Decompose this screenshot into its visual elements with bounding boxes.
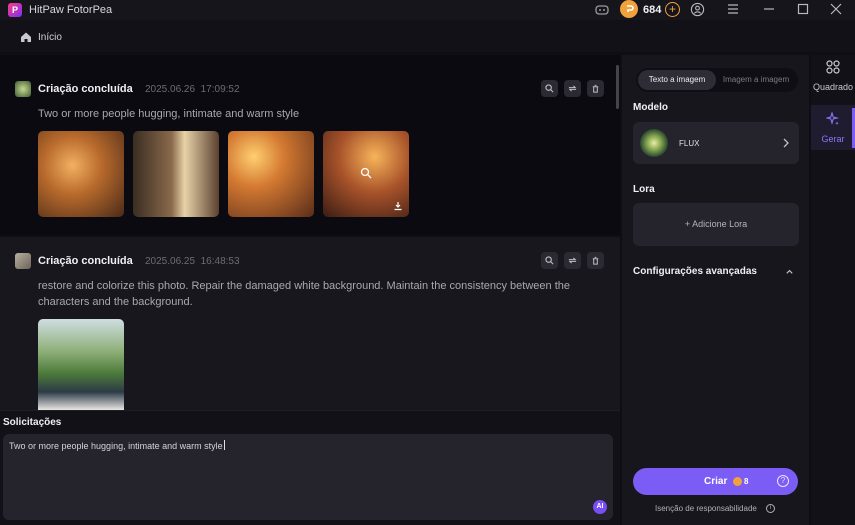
feed-scrollbar[interactable] xyxy=(616,65,619,109)
generated-image[interactable] xyxy=(228,131,314,217)
create-cost: 8 xyxy=(744,477,749,486)
nav-label: Gerar xyxy=(821,134,845,144)
home-icon[interactable] xyxy=(20,31,32,43)
zoom-icon[interactable] xyxy=(360,167,372,179)
zoom-icon xyxy=(545,84,554,93)
model-thumbnail xyxy=(15,81,31,97)
tab-text-to-image[interactable]: Texto a imagem xyxy=(638,70,716,90)
prompt-label: Solicitações xyxy=(3,417,62,428)
regenerate-button[interactable] xyxy=(564,252,581,269)
zoom-icon xyxy=(545,256,554,265)
minimize-icon[interactable] xyxy=(763,3,775,15)
prompt-input-value[interactable]: Two or more people hugging, intimate and… xyxy=(9,440,225,451)
regenerate-button[interactable] xyxy=(564,80,581,97)
nav-item-gerar[interactable]: Gerar xyxy=(811,111,855,144)
text-caret xyxy=(223,440,225,450)
menu-icon[interactable] xyxy=(727,3,739,15)
card-date: 2025.06.26 17:09:52 xyxy=(145,84,240,95)
source-thumbnail xyxy=(15,253,31,269)
generated-image[interactable] xyxy=(38,319,124,410)
maximize-icon[interactable] xyxy=(797,3,809,15)
nav-item-quadrado[interactable]: Quadrado xyxy=(811,60,855,92)
add-coins-button[interactable]: + xyxy=(665,2,680,17)
model-flux-icon xyxy=(640,129,668,157)
card-prompt: Two or more people hugging, intimate and… xyxy=(38,108,300,120)
generated-image[interactable] xyxy=(38,131,124,217)
card-title: Criação concluída xyxy=(38,83,133,95)
breadcrumb-home[interactable]: Início xyxy=(38,32,62,43)
delete-button[interactable] xyxy=(587,252,604,269)
user-icon[interactable] xyxy=(690,2,705,17)
generated-image[interactable] xyxy=(133,131,219,217)
trash-icon xyxy=(592,84,599,93)
grid-icon xyxy=(826,60,840,74)
generated-image[interactable] xyxy=(323,131,409,217)
app-logo-icon: P xyxy=(8,3,22,17)
lora-section-label: Lora xyxy=(633,184,655,195)
disclaimer-link[interactable]: Isenção de responsabilidade xyxy=(655,504,757,513)
add-lora-button[interactable]: + Adicione Lora xyxy=(633,203,799,246)
download-icon[interactable] xyxy=(393,201,403,211)
card-title: Criação concluída xyxy=(38,255,133,267)
zoom-button[interactable] xyxy=(541,252,558,269)
coin-icon[interactable] xyxy=(620,0,638,18)
delete-button[interactable] xyxy=(587,80,604,97)
info-icon[interactable]: i xyxy=(766,504,775,513)
card-prompt: restore and colorize this photo. Repair … xyxy=(38,280,570,308)
create-button-label: Criar xyxy=(704,476,728,487)
sparkle-icon xyxy=(824,111,840,125)
advanced-settings-label[interactable]: Configurações avançadas xyxy=(633,266,757,277)
coin-icon xyxy=(733,477,742,486)
tab-image-to-image[interactable]: Imagem a imagem xyxy=(716,70,796,90)
coin-count: 684 xyxy=(643,4,662,16)
chevron-up-icon[interactable] xyxy=(785,267,794,276)
help-icon[interactable]: ? xyxy=(777,475,789,487)
nav-label: Quadrado xyxy=(812,82,854,92)
model-section-label: Modelo xyxy=(633,102,668,113)
app-title: HitPaw FotorPea xyxy=(29,4,113,16)
card-date: 2025.06.25 16:48:53 xyxy=(145,256,240,267)
zoom-button[interactable] xyxy=(541,80,558,97)
ai-assist-button[interactable]: AI xyxy=(593,500,607,514)
model-name: FLUX xyxy=(679,139,700,148)
chevron-right-icon xyxy=(783,138,789,148)
refresh-icon xyxy=(568,85,577,92)
refresh-icon xyxy=(568,257,577,264)
discord-icon[interactable] xyxy=(594,2,610,18)
close-icon[interactable] xyxy=(830,3,842,15)
trash-icon xyxy=(592,256,599,265)
breadcrumb-bar xyxy=(0,20,855,52)
